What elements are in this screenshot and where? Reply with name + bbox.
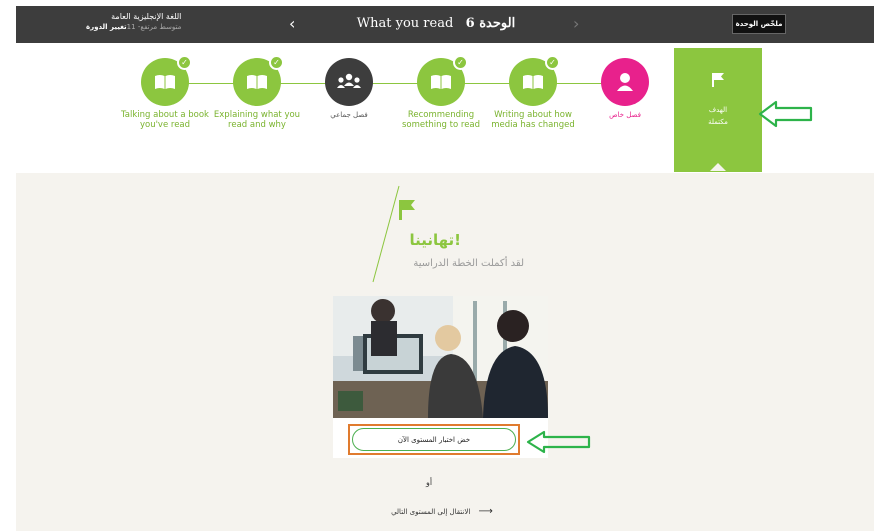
app-frame: اللغة الإنجليزية العامة متوسط مرتفع- 11ت… xyxy=(16,6,874,531)
next-unit-icon[interactable]: › xyxy=(573,14,579,33)
book-icon xyxy=(431,75,451,89)
step-label: فصل خاص xyxy=(609,111,641,119)
check-icon: ✓ xyxy=(177,55,192,70)
book-icon xyxy=(247,75,267,89)
unit-number: الوحدة 6 xyxy=(465,16,516,31)
or-separator: أو xyxy=(426,478,433,487)
course-sub: متوسط مرتفع- 11تغيير الدورة xyxy=(80,23,181,31)
annotation-arrow-icon xyxy=(758,100,813,128)
prev-unit-icon[interactable]: ‹ xyxy=(289,14,295,33)
step-group-class[interactable]: فصل جماعي xyxy=(304,58,394,120)
step-recommending[interactable]: ✓ Recommending something to read xyxy=(396,55,486,130)
take-level-test-label: خض اختبار المستوى الآن xyxy=(352,428,516,451)
goal-pointer xyxy=(710,163,726,171)
step-circle: ✓ xyxy=(233,55,284,106)
step-circle: ✓ xyxy=(417,55,468,106)
step-talking-about-book[interactable]: ✓ Talking about a book you've read xyxy=(120,55,210,130)
course-level: متوسط مرتفع- 11 xyxy=(126,23,182,31)
change-course-link[interactable]: تغيير الدورة xyxy=(86,23,127,31)
course-name: اللغة الإنجليزية العامة xyxy=(111,12,182,21)
step-explaining-what-you-read[interactable]: ✓ Explaining what you read and why xyxy=(212,55,302,130)
take-level-test-button[interactable]: خض اختبار المستوى الآن xyxy=(348,424,520,455)
step-label: Writing about how media has changed xyxy=(491,110,575,130)
step-circle xyxy=(601,58,649,106)
unit-title: What you read الوحدة 6 xyxy=(336,16,536,31)
next-level-label: الانتقال إلى المستوى التالي xyxy=(391,508,471,516)
completed-text: لقد أكملت الخطة الدراسية xyxy=(413,258,524,269)
group-icon xyxy=(337,73,361,88)
arrow-right-icon: ⟶ xyxy=(478,506,493,517)
unit-name: What you read xyxy=(356,16,454,31)
goal-status: مكتملة xyxy=(708,118,728,126)
goal-step[interactable]: الهدف مكتملة xyxy=(674,48,762,172)
flag-icon xyxy=(674,72,762,92)
book-icon xyxy=(523,75,543,89)
step-label: Recommending something to read xyxy=(401,110,481,130)
person-icon xyxy=(617,73,633,91)
check-icon: ✓ xyxy=(453,55,468,70)
office-photo xyxy=(333,296,548,418)
unit-summary-button[interactable]: ملخّص الوحدة xyxy=(732,14,786,34)
step-private-class[interactable]: فصل خاص xyxy=(580,58,670,120)
step-circle: ✓ xyxy=(509,55,560,106)
step-circle xyxy=(325,58,373,106)
flag-icon xyxy=(398,199,416,225)
next-level-link[interactable]: الانتقال إلى المستوى التالي ⟶ xyxy=(372,506,512,517)
step-label: Explaining what you read and why xyxy=(213,110,301,130)
step-label: فصل جماعي xyxy=(330,111,368,119)
top-bar: اللغة الإنجليزية العامة متوسط مرتفع- 11ت… xyxy=(16,6,874,43)
book-icon xyxy=(155,75,175,89)
course-info: اللغة الإنجليزية العامة متوسط مرتفع- 11ت… xyxy=(80,12,181,31)
lesson-steps: ✓ Talking about a book you've read ✓ Exp… xyxy=(16,43,874,173)
check-icon: ✓ xyxy=(269,55,284,70)
step-circle: ✓ xyxy=(141,55,192,106)
step-label: Talking about a book you've read xyxy=(121,110,209,130)
congrats-heading: تهانينا! xyxy=(409,231,461,249)
step-writing-about-media[interactable]: ✓ Writing about how media has changed xyxy=(488,55,578,130)
annotation-arrow-icon xyxy=(526,430,591,454)
check-icon: ✓ xyxy=(545,55,560,70)
goal-label: الهدف xyxy=(708,106,728,114)
